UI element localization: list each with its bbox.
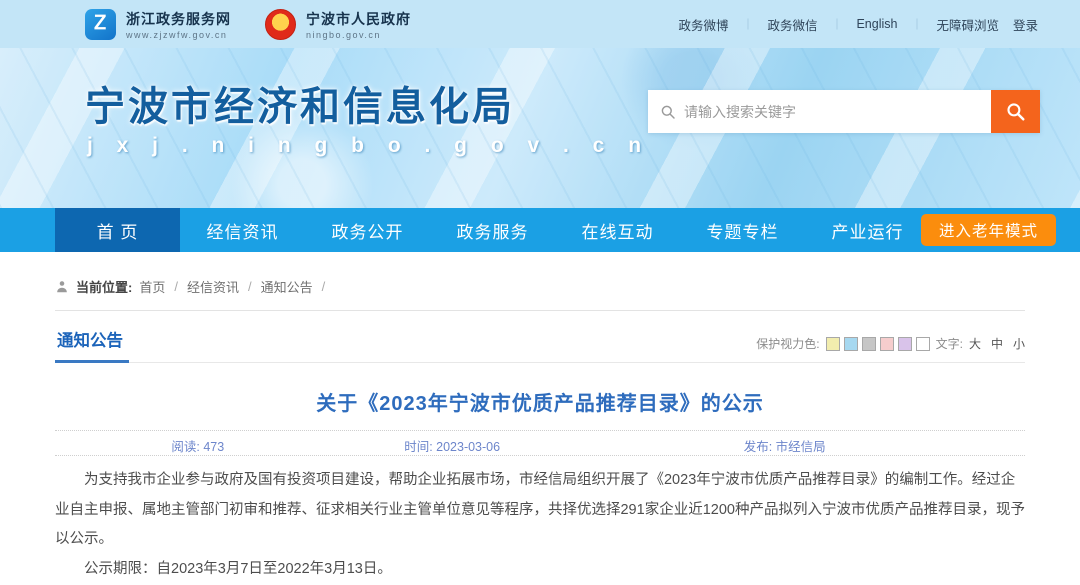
view-tools: 保护视力色: 文字: 大 中 小	[756, 335, 1025, 362]
search-button[interactable]	[991, 90, 1040, 133]
eye-protect-swatches	[826, 337, 930, 351]
color-swatch-purple[interactable]	[898, 337, 912, 351]
nav-item-gov-open[interactable]: 政务公开	[305, 208, 430, 252]
meta-publisher: 发布: 市经信局	[744, 436, 826, 455]
location-person-icon	[55, 280, 69, 294]
site-domain: j x j . n i n g b o . g o v . c n	[87, 134, 650, 158]
link-weibo[interactable]: 政务微博	[678, 15, 728, 34]
breadcrumb-home[interactable]: 首页	[139, 277, 165, 296]
search-icon	[660, 104, 676, 120]
nav-item-special[interactable]: 专题专栏	[680, 208, 805, 252]
ningbo-gov-title: 宁波市人民政府	[306, 9, 411, 29]
link-login[interactable]: 登录	[1013, 15, 1038, 34]
zhejiang-gov-icon: Ꮓ	[85, 9, 116, 40]
link-english[interactable]: English	[856, 17, 897, 31]
divider: ｜	[742, 16, 753, 32]
section-header: 通知公告 保护视力色: 文字: 大 中 小	[55, 327, 1025, 363]
meta-time: 时间: 2023-03-06	[404, 436, 500, 455]
color-swatch-blue[interactable]	[844, 337, 858, 351]
link-wechat[interactable]: 政务微信	[767, 15, 817, 34]
breadcrumb-notice[interactable]: 通知公告	[261, 277, 313, 296]
site-title: 宁波市经济和信息化局	[85, 74, 515, 132]
font-size-label: 文字:	[936, 335, 963, 352]
font-size-small[interactable]: 小	[1013, 335, 1025, 352]
breadcrumb-label: 当前位置:	[76, 277, 132, 296]
nav-item-home[interactable]: 首 页	[55, 208, 180, 252]
site-banner: 宁波市经济和信息化局 j x j . n i n g b o . g o v .…	[0, 48, 1080, 208]
eye-protect-label: 保护视力色:	[756, 335, 819, 352]
font-size-medium[interactable]: 中	[991, 335, 1003, 352]
search-button-icon	[1005, 101, 1026, 122]
article-paragraph: 公示期限：自2023年3月7日至2022年3月13日。	[55, 555, 1025, 585]
section-title-notice[interactable]: 通知公告	[55, 327, 129, 363]
link-accessibility[interactable]: 无障碍浏览	[936, 15, 999, 34]
nav-item-interaction[interactable]: 在线互动	[555, 208, 680, 252]
divider: ｜	[831, 16, 842, 32]
main-content: 当前位置: 首页 / 经信资讯 / 通知公告 / 通知公告 保护视力色: 文字:…	[0, 252, 1080, 585]
breadcrumb: 当前位置: 首页 / 经信资讯 / 通知公告 /	[55, 252, 1025, 310]
national-emblem-icon: ★	[265, 9, 296, 40]
nav-item-news[interactable]: 经信资讯	[180, 208, 305, 252]
color-swatch-white[interactable]	[916, 337, 930, 351]
meta-views: 阅读: 473	[171, 436, 224, 455]
article-title: 关于《2023年宁波市优质产品推荐目录》的公示	[55, 387, 1025, 416]
font-size-controls: 大 中 小	[969, 335, 1025, 352]
divider: /	[248, 279, 252, 294]
divider: ｜	[911, 16, 922, 32]
top-links: 政务微博 ｜ 政务微信 ｜ English ｜ 无障碍浏览 登录	[678, 15, 1038, 34]
ningbo-gov-logo[interactable]: ★ 宁波市人民政府 ningbo.gov.cn	[265, 9, 411, 40]
article-paragraph: 为支持我市企业参与政府及国有投资项目建设，帮助企业拓展市场，市经信局组织开展了《…	[55, 466, 1025, 555]
zhejiang-gov-url: www.zjzwfw.gov.cn	[126, 30, 231, 40]
zhejiang-gov-logo[interactable]: Ꮓ 浙江政务服务网 www.zjzwfw.gov.cn	[85, 9, 231, 40]
search-bar	[648, 90, 1040, 133]
color-swatch-gray[interactable]	[862, 337, 876, 351]
color-swatch-pink[interactable]	[880, 337, 894, 351]
divider: /	[174, 279, 178, 294]
article-meta: 阅读: 473 时间: 2023-03-06 发布: 市经信局	[55, 430, 1025, 456]
color-swatch-yellow[interactable]	[826, 337, 840, 351]
search-box	[648, 90, 991, 133]
zhejiang-gov-title: 浙江政务服务网	[126, 9, 231, 29]
main-nav: 首 页 经信资讯 政务公开 政务服务 在线互动 专题专栏 产业运行 进入老年模式	[0, 208, 1080, 252]
breadcrumb-divider	[55, 310, 1025, 311]
font-size-large[interactable]: 大	[969, 335, 981, 352]
elder-mode-button[interactable]: 进入老年模式	[921, 214, 1056, 246]
nav-item-gov-service[interactable]: 政务服务	[430, 208, 555, 252]
ningbo-gov-url: ningbo.gov.cn	[306, 30, 411, 40]
article-body: 为支持我市企业参与政府及国有投资项目建设，帮助企业拓展市场，市经信局组织开展了《…	[55, 466, 1025, 585]
top-utility-bar: Ꮓ 浙江政务服务网 www.zjzwfw.gov.cn ★ 宁波市人民政府 ni…	[0, 0, 1080, 48]
nav-item-industry[interactable]: 产业运行	[805, 208, 930, 252]
search-input[interactable]	[684, 104, 979, 120]
divider: /	[322, 279, 326, 294]
breadcrumb-news[interactable]: 经信资讯	[187, 277, 239, 296]
